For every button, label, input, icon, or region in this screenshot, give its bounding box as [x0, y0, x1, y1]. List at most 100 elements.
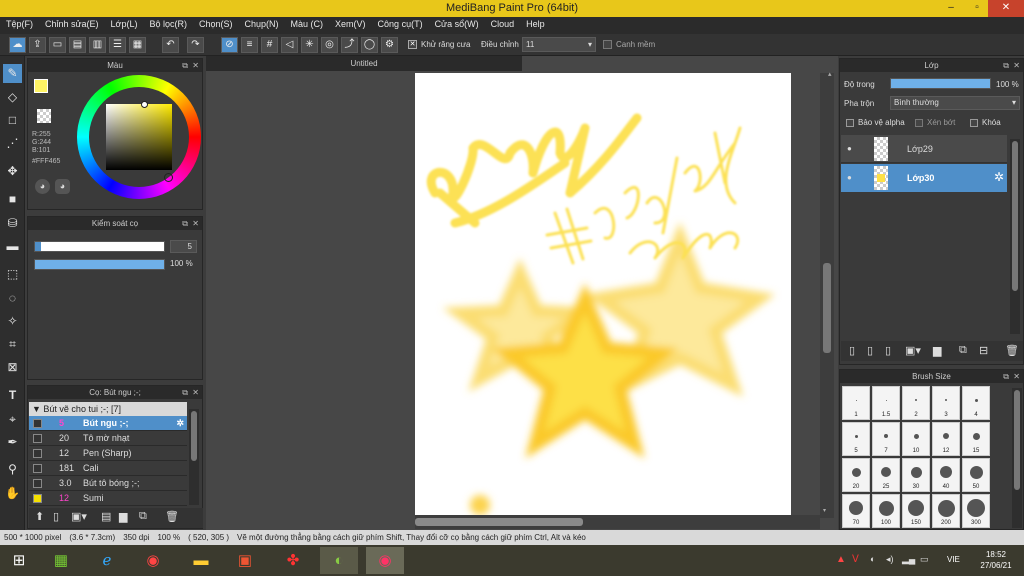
opacity-slider[interactable]	[34, 259, 165, 270]
bluestacks-icon[interactable]: ▦	[42, 547, 80, 574]
office-icon[interactable]: ▣	[226, 547, 264, 574]
bucket-tool-icon[interactable]: ⛁	[3, 214, 22, 233]
brush-tool-icon[interactable]: ✎	[3, 64, 22, 83]
brush-item[interactable]: 5 Bút ngu ;-; ✲	[29, 416, 187, 431]
brush-size-cell[interactable]: 2	[902, 386, 930, 420]
brush-size-cell[interactable]: 1.5	[872, 386, 900, 420]
undo-icon[interactable]: ↶	[162, 37, 179, 53]
tray-icon[interactable]: ◐	[870, 554, 875, 564]
brush-list-scrollbar[interactable]	[189, 409, 199, 505]
new-brush-icon[interactable]: ▯	[53, 510, 59, 523]
menu-file[interactable]: Tệp(F)	[0, 17, 39, 29]
menu-select[interactable]: Chọn(S)	[193, 17, 239, 29]
brush-size-cell[interactable]: 5	[842, 422, 870, 456]
select-rect-icon[interactable]: ⬚	[3, 265, 22, 284]
select-eraser-icon[interactable]: ⊠	[3, 358, 22, 377]
snap-soft-checkbox[interactable]	[603, 40, 612, 49]
new-halftone-layer-icon[interactable]: ▯	[867, 344, 873, 357]
layer-row[interactable]: ● Lớp30 ✲	[841, 164, 1007, 192]
menu-cloud[interactable]: Cloud	[485, 17, 521, 29]
close-icon[interactable]: ✕	[192, 386, 199, 399]
menu-view[interactable]: Xem(V)	[329, 17, 372, 29]
divide-tool-icon[interactable]: ⌖	[3, 410, 22, 429]
gradient-tool-icon[interactable]: ▬	[3, 237, 22, 256]
folder-icon[interactable]: ▆	[119, 510, 127, 523]
hand-tool-icon[interactable]: ✋	[3, 484, 22, 503]
lock-checkbox[interactable]	[970, 119, 978, 127]
display-icon[interactable]: ▤	[69, 37, 86, 53]
layer-scrollbar[interactable]	[1010, 139, 1020, 334]
brush-menu-icon[interactable]: ▣▾	[71, 510, 87, 523]
brush-size-cell[interactable]: 50	[962, 458, 990, 492]
tray-pdf-icon[interactable]: ▲	[836, 554, 846, 565]
brush-size-cell[interactable]: 30	[902, 458, 930, 492]
input-language[interactable]: VIE	[947, 555, 960, 564]
eyedropper-tool-icon[interactable]: ⚲	[3, 460, 22, 479]
palette-add-icon[interactable]: ◕	[55, 179, 70, 194]
document-icon[interactable]: ▥	[89, 37, 106, 53]
list-icon[interactable]: ☰	[109, 37, 126, 53]
add-brush-icon[interactable]: ⬆	[35, 510, 44, 523]
dot-tool-icon[interactable]: ⋰	[3, 134, 22, 153]
brush-size-cell[interactable]: 100	[872, 494, 900, 528]
menu-edit[interactable]: Chỉnh sửa(E)	[39, 17, 105, 29]
brush-size-cell[interactable]: 15	[962, 422, 990, 456]
brush-size-cell[interactable]: 20	[842, 458, 870, 492]
lasso-tool-icon[interactable]: ◌	[3, 289, 22, 308]
new-8bit-layer-icon[interactable]: ▯	[885, 344, 891, 357]
trash-icon[interactable]: 🗑	[1005, 344, 1019, 357]
magic-wand-icon[interactable]: ✧	[3, 312, 22, 331]
close-icon[interactable]: ✕	[192, 59, 199, 72]
brush-size-cell[interactable]: 10	[902, 422, 930, 456]
menu-filter[interactable]: Bộ lọc(R)	[143, 17, 193, 29]
brush-group-header[interactable]: ▼ Bút vẽ cho tui ;-; [7]	[29, 402, 187, 416]
folder-icon[interactable]: ▆	[933, 344, 941, 357]
cloud-icon[interactable]: ☁	[9, 37, 26, 53]
internet-explorer-icon[interactable]: ℯ	[88, 547, 126, 574]
hue-handle[interactable]	[164, 173, 173, 182]
brush-size-cell[interactable]: 12	[932, 422, 960, 456]
tab-untitled[interactable]: Untitled	[206, 56, 522, 71]
popout-icon[interactable]: ⧉	[182, 217, 188, 230]
app-icon[interactable]: ◐	[320, 547, 358, 574]
horizontal-scrollbar[interactable]	[415, 515, 820, 529]
popout-icon[interactable]: ⧉	[182, 386, 188, 399]
rectangle-tool-icon[interactable]: □	[3, 111, 22, 130]
layer-row[interactable]: ● Lớp29	[841, 135, 1007, 163]
popout-icon[interactable]: ⧉	[1003, 59, 1009, 72]
menu-help[interactable]: Help	[520, 17, 551, 29]
adjust-select[interactable]: 11 ▾	[522, 37, 596, 52]
clock[interactable]: 18:52 27/06/21	[976, 549, 1016, 571]
battery-icon[interactable]: ▭	[920, 554, 929, 565]
saturation-value-square[interactable]	[106, 104, 172, 170]
vertical-scrollbar[interactable]: ▾	[820, 73, 834, 518]
minimize-button[interactable]: –	[940, 0, 962, 17]
brush-item[interactable]: 12 Sumi	[29, 491, 187, 506]
brush-size-cell[interactable]: 70	[842, 494, 870, 528]
chrome-icon[interactable]: ◉	[134, 547, 172, 574]
size-value[interactable]: 5	[170, 240, 197, 253]
protect-alpha-checkbox[interactable]	[846, 119, 854, 127]
menu-layer[interactable]: Lớp(L)	[105, 17, 144, 29]
close-button[interactable]: ✕	[988, 0, 1024, 17]
file-explorer-icon[interactable]: ▬	[182, 547, 220, 574]
gear-icon[interactable]: ✲	[176, 416, 184, 431]
brush-size-cell[interactable]: 3	[932, 386, 960, 420]
vanish-snap-icon[interactable]: ◁	[281, 37, 298, 53]
popout-icon[interactable]: ⧉	[1003, 370, 1009, 383]
brush-size-cell[interactable]: 1	[842, 386, 870, 420]
snap-settings-icon[interactable]: ⚙	[381, 37, 398, 53]
brush-item[interactable]: 181 Cali	[29, 461, 187, 476]
transparent-swatch[interactable]	[37, 109, 51, 123]
move-tool-icon[interactable]: ✥	[3, 162, 22, 181]
eye-icon[interactable]: ●	[847, 144, 852, 153]
curve-snap-icon[interactable]: ⤴	[341, 37, 358, 53]
menu-color[interactable]: Màu (C)	[285, 17, 330, 29]
tray-vivaldi-icon[interactable]: Ⅴ	[852, 554, 859, 565]
circle-snap-icon[interactable]: ◎	[321, 37, 338, 53]
brush-item[interactable]: 20 Tô mờ nhạt	[29, 431, 187, 446]
medibang-icon[interactable]: ◉	[366, 547, 404, 574]
eraser-tool-icon[interactable]: ◇	[3, 88, 22, 107]
brush-size-cell[interactable]: 40	[932, 458, 960, 492]
add-layer-menu-icon[interactable]: ▣▾	[905, 344, 921, 357]
